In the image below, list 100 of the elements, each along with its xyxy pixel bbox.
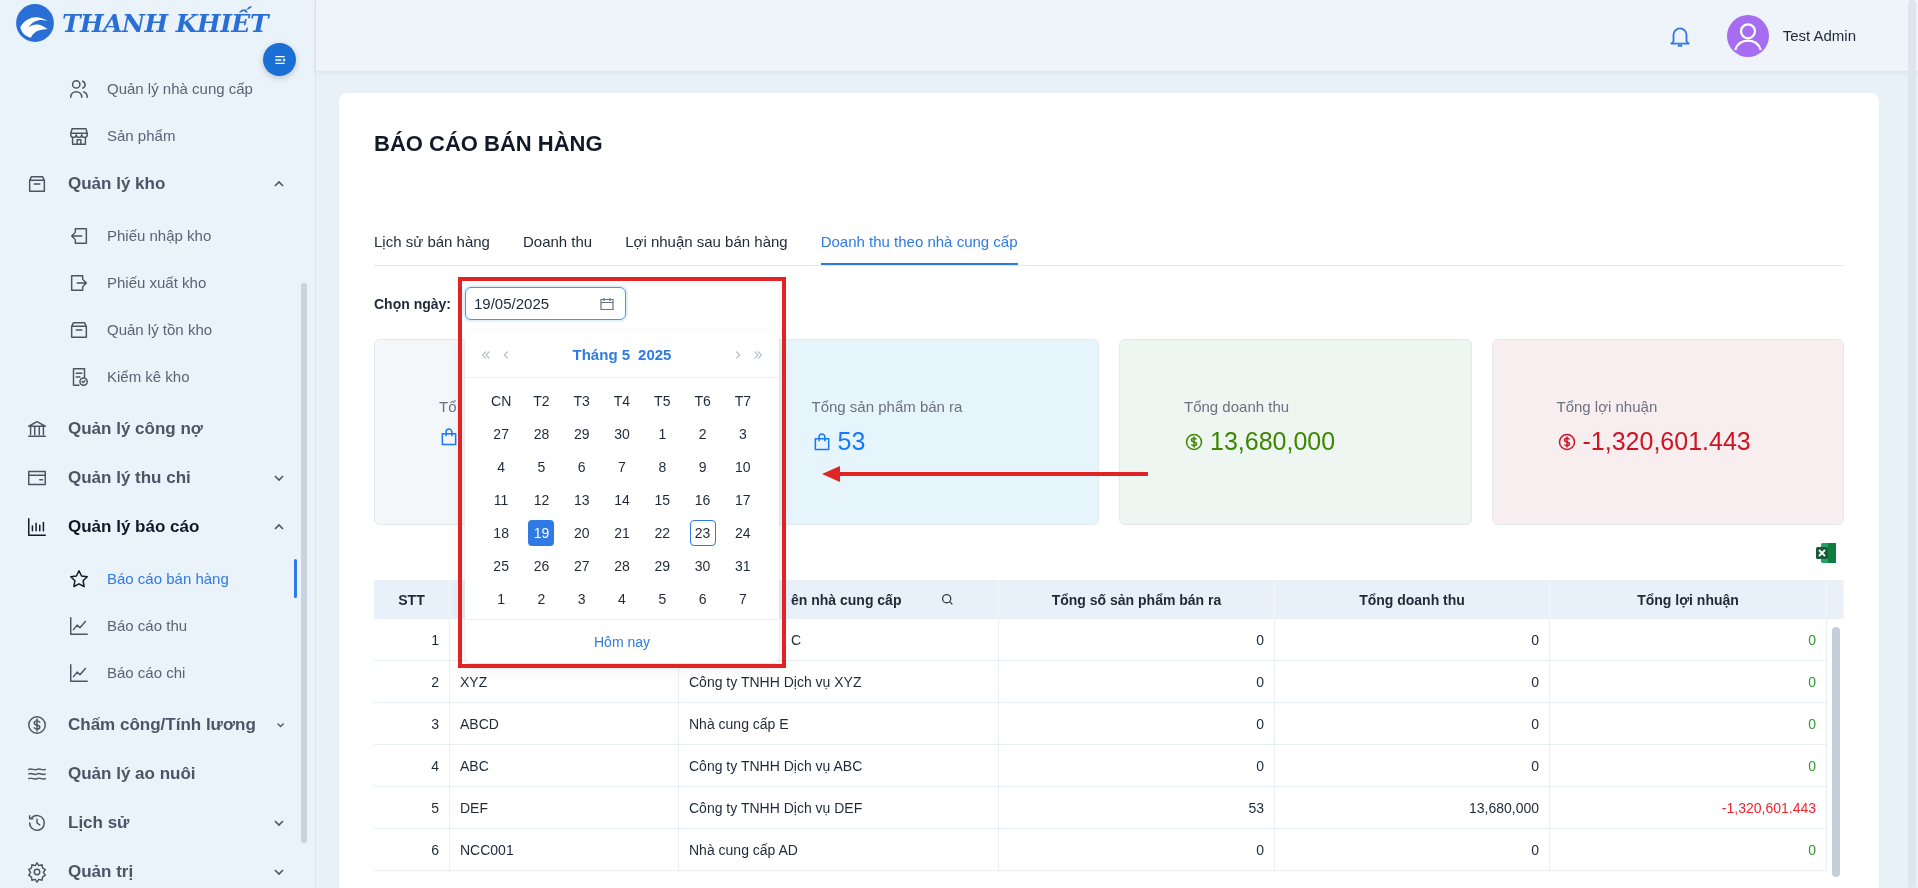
calendar-day[interactable]: 3 [568, 585, 595, 612]
calendar-day[interactable]: 12 [528, 486, 555, 513]
calendar-day[interactable]: 17 [729, 486, 756, 513]
avatar-icon[interactable] [1726, 14, 1769, 57]
calendar-day[interactable]: 24 [729, 519, 756, 546]
calendar-day[interactable]: 15 [649, 486, 676, 513]
calendar-day[interactable]: 27 [568, 552, 595, 579]
table-cell: 13,680,000 [1275, 787, 1550, 829]
table-cell: NCC001 [450, 829, 679, 871]
calendar-day[interactable]: 10 [729, 453, 756, 480]
calendar-day[interactable]: 16 [689, 486, 716, 513]
weekday-label: T5 [653, 391, 672, 411]
table-cell: 4 [374, 745, 450, 787]
month-button[interactable]: Tháng 5 [572, 346, 631, 363]
calendar-day[interactable]: 6 [568, 453, 595, 480]
menu-toggle-button[interactable] [263, 43, 296, 76]
calendar-day[interactable]: 25 [488, 552, 515, 579]
calendar-day[interactable]: 2 [689, 420, 716, 447]
tab[interactable]: Lợi nhuận sau bán hàng [625, 233, 788, 265]
calendar-day[interactable]: 30 [609, 420, 635, 447]
sidebar-item[interactable]: Quản lý nhà cung cấp [0, 65, 315, 112]
calendar-day[interactable]: 21 [609, 519, 635, 546]
calendar-day[interactable]: 14 [609, 486, 635, 513]
scrollbar[interactable] [301, 283, 307, 843]
table-cell: Công ty TNHH Dịch vụ DEF [679, 787, 999, 829]
calendar-day[interactable]: 7 [609, 453, 635, 480]
table-cell: 0 [1550, 703, 1827, 745]
date-input-field[interactable]: 19/05/2025 [465, 287, 626, 320]
calendar-day[interactable]: 8 [649, 453, 676, 480]
tab[interactable]: Doanh thu [522, 233, 593, 265]
spreadsheet-export-icon[interactable] [1814, 540, 1838, 565]
table-cell: 0 [1275, 703, 1550, 745]
calendar-day[interactable]: 29 [649, 552, 676, 579]
search-icon[interactable] [941, 593, 955, 606]
card-value: 13,680,000 [1210, 427, 1336, 456]
calendar-day[interactable]: 5 [528, 453, 555, 480]
calendar-day[interactable]: 20 [568, 519, 595, 546]
card-title: Tổng sản phẩm bán ra [811, 398, 963, 415]
calendar-day[interactable]: 13 [568, 486, 595, 513]
calendar-day[interactable]: 1 [488, 585, 515, 612]
calendar-icon [599, 295, 615, 312]
table-cell: 0 [999, 703, 1275, 745]
sidebar-item[interactable]: Quản lý thu chi [0, 453, 315, 502]
calendar-day[interactable]: 5 [649, 585, 676, 612]
calendar-day[interactable]: 2 [528, 585, 555, 612]
calendar-day[interactable]: 4 [609, 585, 635, 612]
calendar-day[interactable]: 3 [729, 420, 756, 447]
table-cell: ABCD [450, 703, 679, 745]
calendar-day[interactable]: 31 [729, 552, 756, 579]
table-cell: ABC [450, 745, 679, 787]
table-cell: 0 [1550, 829, 1827, 871]
calendar-day[interactable]: 29 [568, 420, 595, 447]
calendar-day[interactable]: 7 [729, 585, 756, 612]
tab[interactable]: Lịch sử bán hàng [374, 233, 490, 265]
calendar-day[interactable]: 26 [528, 552, 555, 579]
calendar-day[interactable]: 28 [609, 552, 635, 579]
sidebar-item[interactable]: Quản lý báo cáo [0, 502, 315, 551]
table-cell: 53 [999, 787, 1275, 829]
calendar-day[interactable]: 11 [488, 486, 515, 513]
calendar-day[interactable]: 18 [488, 519, 515, 546]
sidebar-item[interactable]: Quản lý tồn kho [0, 306, 315, 353]
calendar-day[interactable]: 1 [649, 420, 676, 447]
user-name[interactable]: Test Admin [1782, 27, 1856, 44]
table-cell: Công ty TNHH Dịch vụ ABC [679, 745, 999, 787]
weekday-label: T2 [532, 391, 551, 411]
calendar-day[interactable]: 30 [689, 552, 716, 579]
sidebar-item[interactable]: Báo cáo thu [0, 602, 315, 649]
sidebar-item[interactable]: Quản trị [0, 847, 315, 888]
table-cell: 1 [374, 619, 450, 661]
calendar-day[interactable]: 23 [689, 519, 716, 546]
sidebar-item[interactable]: Sản phẩm [0, 112, 315, 159]
sidebar-item[interactable]: Quản lý kho [0, 159, 315, 208]
sidebar-item[interactable]: Chấm công/Tính lương [0, 700, 315, 749]
card-title: Tổng doanh thu [1184, 398, 1290, 415]
date-label: Chọn ngày: [374, 295, 452, 312]
scrollbar[interactable] [1832, 627, 1840, 877]
sidebar-item[interactable]: Kiểm kê kho [0, 353, 315, 400]
sidebar-item[interactable]: Báo cáo chi [0, 649, 315, 696]
sidebar-item[interactable]: Phiếu xuất kho [0, 259, 315, 306]
today-link[interactable]: Hôm nay [590, 631, 654, 652]
table-cell: Nhà cung cấp AD [679, 829, 999, 871]
calendar-day[interactable]: 22 [649, 519, 676, 546]
sidebar-item[interactable]: Lịch sử [0, 798, 315, 847]
sidebar-item[interactable]: Quản lý ao nuôi [0, 749, 315, 798]
calendar-day[interactable]: 4 [488, 453, 515, 480]
calendar-day[interactable]: 9 [689, 453, 716, 480]
calendar-day[interactable]: 6 [689, 585, 716, 612]
sidebar-item[interactable]: Báo cáo bán hàng [0, 555, 315, 602]
calendar-day[interactable]: 19 [528, 519, 555, 546]
column-header: Tổng doanh thu [1359, 591, 1465, 608]
calendar-day[interactable]: 27 [488, 420, 515, 447]
table-cell: 0 [1275, 745, 1550, 787]
table-cell: 0 [1275, 829, 1550, 871]
sidebar-item[interactable]: Quản lý công nợ [0, 404, 315, 453]
tab[interactable]: Doanh thu theo nhà cung cấp [820, 233, 1018, 265]
calendar-day[interactable]: 28 [528, 420, 555, 447]
sidebar-item[interactable]: Phiếu nhập kho [0, 212, 315, 259]
year-button[interactable]: 2025 [638, 346, 672, 363]
line-chart-icon [68, 661, 90, 684]
table-cell: 2 [374, 661, 450, 703]
